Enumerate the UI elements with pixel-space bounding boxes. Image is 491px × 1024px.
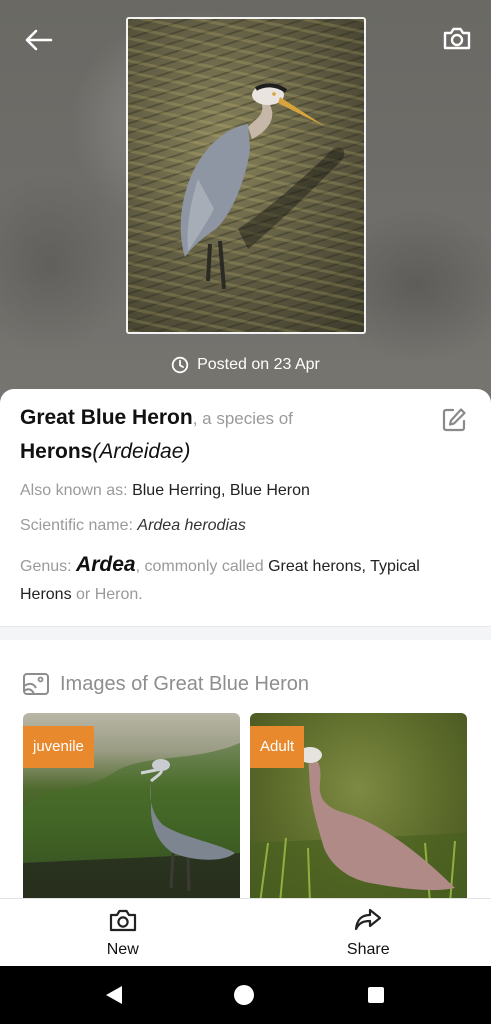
genus-label: Genus: bbox=[20, 557, 72, 575]
back-button[interactable] bbox=[20, 22, 56, 58]
posted-date: Posted on 23 Apr bbox=[0, 356, 491, 374]
share-label: Share bbox=[346, 941, 390, 958]
section-divider bbox=[0, 626, 491, 640]
edit-button[interactable] bbox=[441, 407, 467, 433]
scientific-name-value: Ardea herodias bbox=[137, 516, 246, 534]
share-button[interactable]: Share bbox=[246, 899, 491, 966]
images-title: Images of Great Blue Heron bbox=[60, 672, 310, 695]
image-tag: juvenile bbox=[23, 726, 94, 768]
camera-icon bbox=[443, 27, 471, 50]
bottom-action-bar: New Share bbox=[0, 898, 491, 966]
system-back-icon[interactable] bbox=[104, 985, 124, 1005]
species-photo[interactable] bbox=[126, 17, 366, 334]
posted-text: Posted on 23 Apr bbox=[197, 356, 320, 373]
scientific-name-row: Scientific name: Ardea herodias bbox=[20, 516, 471, 537]
images-section: Images of Great Blue Heron juvenile Adul… bbox=[0, 640, 491, 903]
species-of-text: , a species of bbox=[192, 409, 293, 428]
genus-name[interactable]: Ardea bbox=[76, 553, 136, 576]
genus-or-text: or Heron. bbox=[76, 585, 143, 603]
images-header: Images of Great Blue Heron bbox=[22, 672, 309, 696]
arrow-left-icon bbox=[25, 29, 53, 51]
family-scientific-name: (Ardeidae) bbox=[92, 440, 191, 463]
edit-icon bbox=[442, 408, 466, 432]
species-info-card: Great Blue Heron, a species of Herons(Ar… bbox=[0, 389, 491, 627]
new-button[interactable]: New bbox=[0, 899, 246, 966]
species-title: Great Blue Heron, a species of bbox=[20, 407, 471, 428]
system-navigation-bar bbox=[0, 966, 491, 1024]
camera-button[interactable] bbox=[439, 20, 475, 56]
genus-row: Genus: Ardea, commonly called Great hero… bbox=[20, 551, 471, 609]
scientific-name-label: Scientific name: bbox=[20, 516, 133, 534]
genus-common-text: , commonly called bbox=[135, 557, 264, 575]
aka-label: Also known as: bbox=[20, 482, 128, 500]
image-thumbnail-adult[interactable]: Adult bbox=[250, 713, 467, 903]
camera-icon bbox=[109, 909, 136, 932]
family-line: Herons(Ardeidae) bbox=[20, 440, 471, 463]
new-label: New bbox=[106, 941, 139, 958]
share-arrow-icon bbox=[355, 908, 382, 931]
image-gallery-icon bbox=[23, 673, 49, 695]
aka-value: Blue Herring, Blue Heron bbox=[132, 482, 310, 500]
system-home-icon[interactable] bbox=[234, 985, 254, 1005]
hero-header: Posted on 23 Apr bbox=[0, 0, 491, 408]
clock-icon bbox=[171, 356, 189, 374]
system-recents-icon[interactable] bbox=[368, 987, 384, 1003]
aka-row: Also known as: Blue Herring, Blue Heron bbox=[20, 481, 471, 502]
image-tag: Adult bbox=[250, 726, 305, 768]
species-name: Great Blue Heron bbox=[20, 406, 193, 429]
heron-illustration bbox=[180, 83, 345, 290]
image-thumbnail-juvenile[interactable]: juvenile bbox=[23, 713, 240, 903]
family-common-name[interactable]: Herons bbox=[20, 440, 92, 463]
